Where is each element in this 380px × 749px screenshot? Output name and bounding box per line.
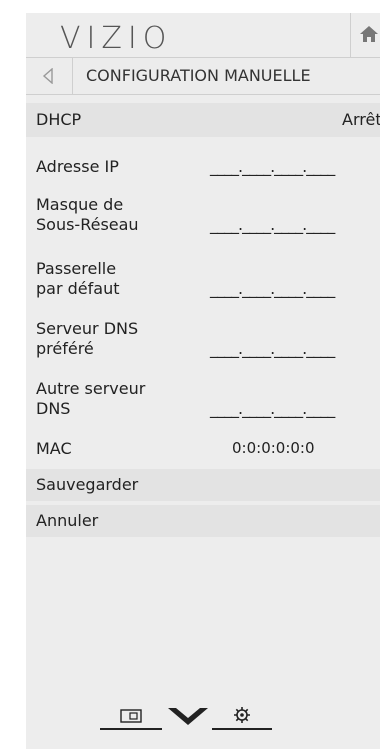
ip-address-label: Adresse IP	[36, 157, 119, 176]
mac-row: MAC 0:0:0:0:0:0	[26, 435, 380, 465]
save-label: Sauvegarder	[36, 475, 139, 494]
gateway-row[interactable]: Passerelle par défaut ____.____.____.___…	[26, 257, 380, 313]
preferred-dns-row[interactable]: Serveur DNS préféré ____.____.____.____	[26, 317, 380, 373]
subnet-mask-row[interactable]: Masque de Sous-Réseau ____.____.____.___…	[26, 193, 380, 249]
preferred-dns-label-line2: préféré	[36, 339, 94, 358]
dhcp-value: Arrêt	[342, 110, 380, 129]
mac-label: MAC	[36, 439, 72, 458]
ip-address-row[interactable]: Adresse IP ____.____.____.____	[26, 153, 380, 193]
ip-address-field[interactable]: ____.____.____.____	[210, 157, 335, 176]
save-button[interactable]: Sauvegarder	[26, 469, 380, 501]
cancel-label: Annuler	[36, 511, 99, 530]
preferred-dns-label-line1: Serveur DNS	[36, 319, 139, 338]
vizio-logo: VIZIO	[60, 21, 173, 56]
input-icon	[120, 709, 142, 723]
title-bar: CONFIGURATION MANUELLE	[26, 58, 380, 95]
alternate-dns-field[interactable]: ____.____.____.____	[210, 399, 335, 418]
chevron-down-icon	[168, 708, 208, 725]
alternate-dns-row[interactable]: Autre serveur DNS ____.____.____.____	[26, 377, 380, 433]
settings-button[interactable]	[212, 701, 272, 731]
home-button[interactable]	[350, 13, 380, 57]
subnet-mask-label-line1: Masque de	[36, 195, 124, 214]
input-button[interactable]	[100, 701, 162, 731]
alternate-dns-label-line1: Autre serveur	[36, 379, 146, 398]
mac-value: 0:0:0:0:0:0	[232, 439, 315, 457]
back-arrow-icon	[42, 68, 53, 84]
dhcp-row[interactable]: DHCP Arrêt	[26, 103, 380, 137]
dhcp-label: DHCP	[36, 110, 82, 129]
header-bar: VIZIO	[26, 13, 380, 58]
gateway-label-line1: Passerelle	[36, 259, 117, 278]
gateway-field[interactable]: ____.____.____.____	[210, 279, 335, 298]
home-icon	[360, 26, 378, 42]
page-title: CONFIGURATION MANUELLE	[86, 66, 311, 85]
settings-panel: VIZIO CONFIGURATION MANUELLE DHCP Arrêt …	[26, 13, 380, 749]
subnet-mask-field[interactable]: ____.____.____.____	[210, 215, 335, 234]
gear-icon	[234, 707, 250, 723]
cancel-button[interactable]: Annuler	[26, 505, 380, 537]
back-button[interactable]	[26, 58, 73, 94]
alternate-dns-label-line2: DNS	[36, 399, 71, 418]
menu-down-button[interactable]	[166, 701, 210, 731]
bottom-nav-bar	[26, 701, 380, 741]
subnet-mask-label-line2: Sous-Réseau	[36, 215, 139, 234]
gateway-label-line2: par défaut	[36, 279, 120, 298]
preferred-dns-field[interactable]: ____.____.____.____	[210, 339, 335, 358]
